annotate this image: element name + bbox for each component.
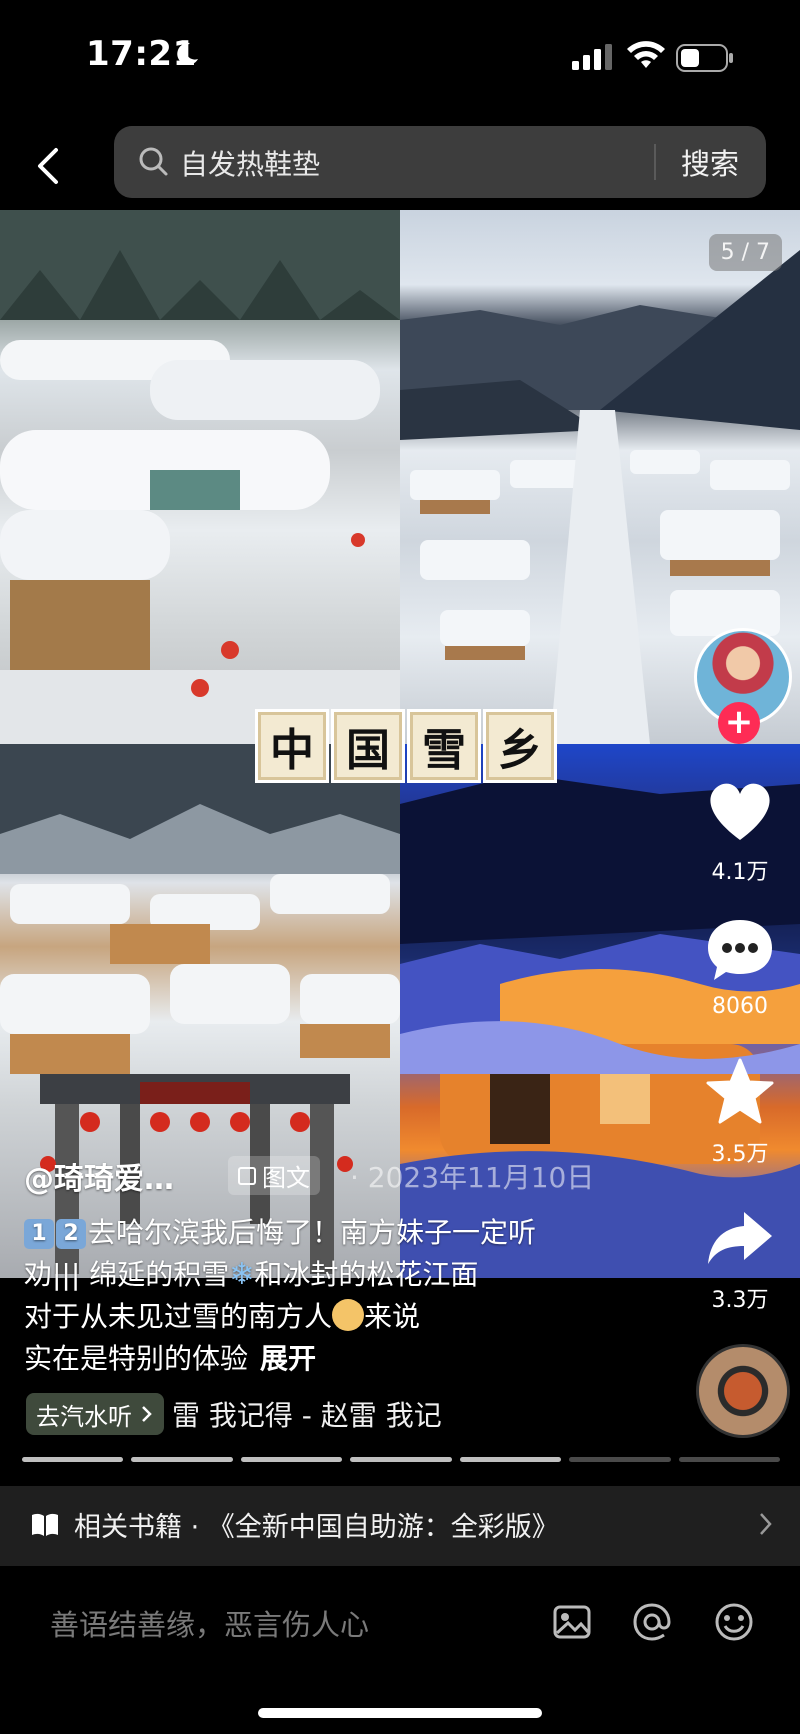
chevron-right-icon [760, 1513, 772, 1535]
comment-placeholder: 善语结善缘，恶言伤人心 [50, 1608, 370, 1642]
progress-segment [459, 1457, 562, 1462]
comment-count: 8060 [712, 994, 768, 1019]
post-date: · 2023年11月10日 [350, 1161, 595, 1194]
post-title-overlay: 中 国 雪 乡 [258, 712, 554, 780]
caption-text: 劝||| 绵延的积雪 [24, 1258, 230, 1291]
caption-text: 去哈尔滨我后悔了！南方妹子一定听 [88, 1216, 537, 1249]
progress-segment [240, 1457, 343, 1462]
search-input[interactable]: 自发热鞋垫 [180, 143, 320, 183]
chevron-right-icon [142, 1406, 152, 1422]
music-chip-label: 去汽水听 [36, 1402, 132, 1431]
caption-text: 对于从未见过雪的南方人 [24, 1300, 333, 1333]
moon-icon [177, 42, 198, 65]
search-icon [139, 147, 168, 176]
share-icon[interactable] [700, 1198, 780, 1278]
progress-segment [678, 1457, 780, 1462]
keycap-two-icon: 2 [56, 1219, 86, 1249]
expand-caption-button[interactable]: 展开 [260, 1342, 316, 1375]
author-name[interactable]: @琦琦爱… [24, 1154, 174, 1198]
post-type-label: 图文 [262, 1164, 310, 1192]
caption-line: 对于从未见过雪的南方人 来说 [24, 1296, 644, 1338]
emoji-icon[interactable] [712, 1600, 756, 1644]
share-count: 3.3万 [711, 1288, 769, 1313]
music-disc[interactable] [696, 1344, 790, 1438]
post-image[interactable]: 5 / 7 中 国 雪 乡 [0, 210, 800, 1278]
search-button[interactable]: 搜索 [681, 141, 739, 183]
post-caption[interactable]: 1 2 去哈尔滨我后悔了！南方妹子一定听 劝||| 绵延的积雪❄和冰封的松花江面 对… [24, 1212, 644, 1380]
caption-text: 来说 [364, 1300, 421, 1333]
back-icon[interactable] [30, 146, 70, 186]
music-title-marquee[interactable]: 雷 我记得 - 赵雷 我记 [172, 1394, 492, 1434]
image-pager-badge: 5 / 7 [708, 234, 782, 271]
image-progress-segments [22, 1457, 780, 1462]
wifi-icon [627, 41, 665, 68]
open-in-music-app-chip[interactable]: 去汽水听 [26, 1393, 164, 1435]
search-divider [654, 144, 656, 180]
progress-segment [569, 1457, 671, 1462]
like-count: 4.1万 [711, 860, 769, 885]
keycap-one-icon: 1 [24, 1219, 54, 1249]
image-icon[interactable] [550, 1600, 594, 1644]
title-char: 中 [258, 712, 326, 780]
post-type-badge: 图文 [228, 1156, 320, 1195]
image-post-icon [238, 1166, 256, 1185]
title-char: 雪 [410, 712, 478, 780]
at-icon[interactable] [630, 1600, 674, 1644]
heart-icon[interactable] [700, 770, 780, 850]
comment-icon[interactable] [700, 910, 780, 990]
caption-line: 实在是特别的体验 展开 [24, 1338, 644, 1380]
book-icon [32, 1513, 58, 1536]
related-books-bar[interactable]: 相关书籍 · 《全新中国自助游：全彩版》 [0, 1486, 800, 1566]
signal-icon [572, 44, 612, 70]
star-icon[interactable] [700, 1052, 780, 1132]
caption-text: 和冰封的松花江面 [254, 1258, 479, 1291]
follow-button[interactable]: + [718, 702, 760, 744]
progress-segment [22, 1457, 124, 1462]
related-books-text: 相关书籍 · 《全新中国自助游：全彩版》 [74, 1512, 559, 1543]
caption-line: 1 2 去哈尔滨我后悔了！南方妹子一定听 [24, 1212, 644, 1254]
caption-line: 劝||| 绵延的积雪❄和冰封的松花江面 [24, 1254, 644, 1296]
snow-village-photo-1 [0, 210, 400, 744]
caption-text: 实在是特别的体验 [24, 1342, 249, 1375]
title-char: 国 [334, 712, 402, 780]
progress-segment [350, 1457, 452, 1462]
home-indicator [258, 1708, 542, 1718]
progress-segment [131, 1457, 233, 1462]
snowflake-icon: ❄ [229, 1257, 255, 1292]
favorite-count: 3.5万 [711, 1142, 769, 1167]
battery-icon [676, 44, 733, 72]
title-char: 乡 [486, 712, 554, 780]
comment-input[interactable]: 善语结善缘，恶言伤人心 [50, 1602, 369, 1644]
search-box[interactable]: 自发热鞋垫 搜索 [114, 126, 766, 198]
child-face-emoji-icon [332, 1299, 365, 1331]
